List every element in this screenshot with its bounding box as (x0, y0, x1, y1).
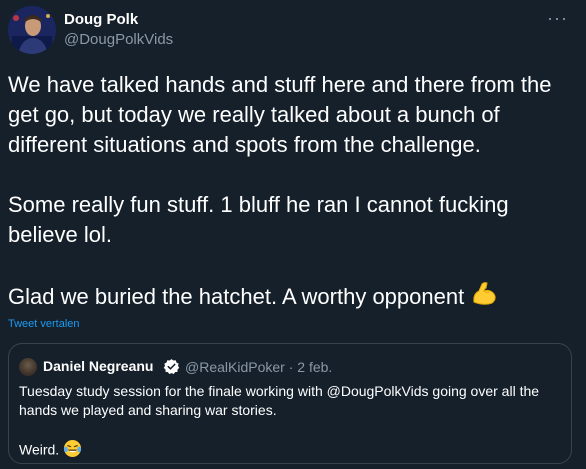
laughing-tears-icon (63, 439, 82, 463)
author-avatar[interactable] (8, 6, 56, 54)
tweet-paragraph-3: Glad we buried the hatchet. A worthy opp… (8, 280, 578, 316)
quoted-tweet-card[interactable]: Daniel Negreanu @RealKidPoker · 2 feb. T… (8, 343, 572, 464)
quoted-line-2: Weird. (19, 441, 60, 458)
tweet-paragraph-3-text: Glad we buried the hatchet. A worthy opp… (8, 283, 465, 309)
tweet-paragraph-2: Some really fun stuff. 1 bluff he ran I … (8, 192, 509, 247)
quoted-date[interactable]: 2 feb. (297, 359, 332, 375)
tweet-text: We have talked hands and stuff here and … (8, 70, 578, 316)
more-options-icon[interactable]: ··· (547, 8, 568, 29)
quoted-line-1: Tuesday study session for the finale wor… (19, 383, 540, 418)
author-display-name[interactable]: Doug Polk (64, 11, 138, 28)
avatar-photo (8, 6, 56, 54)
quoted-meta: @RealKidPoker · 2 feb. (185, 359, 332, 375)
translate-tweet-link[interactable]: Tweet vertalen (8, 318, 80, 330)
quoted-author-name: Daniel Negreanu (43, 358, 154, 374)
flexed-biceps-icon (470, 280, 498, 316)
author-handle[interactable]: @DougPolkVids (64, 31, 173, 48)
tweet-paragraph-1: We have talked hands and stuff here and … (8, 72, 552, 157)
verified-badge-icon (163, 359, 180, 375)
quoted-line-2-row: Weird. (19, 439, 559, 463)
quoted-author-handle: @RealKidPoker (185, 359, 285, 375)
quoted-author-avatar[interactable] (19, 358, 37, 376)
quoted-tweet-text: Tuesday study session for the finale wor… (19, 382, 559, 463)
quoted-separator: · (288, 359, 294, 375)
